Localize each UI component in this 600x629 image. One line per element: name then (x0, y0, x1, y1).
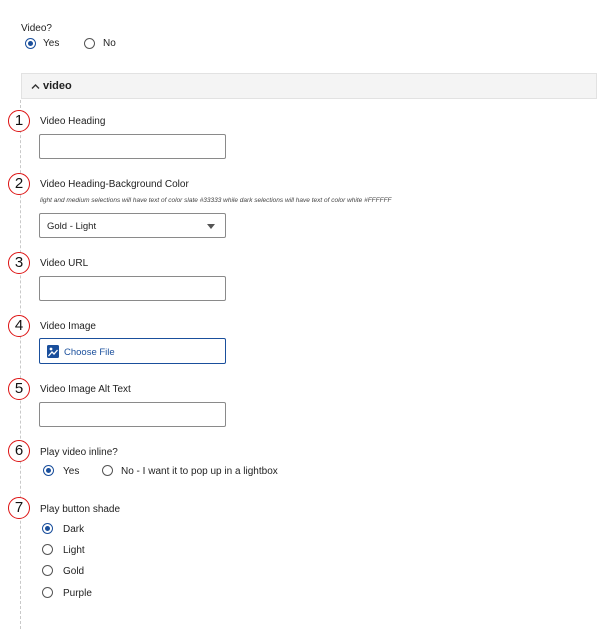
shade-purple-radio[interactable] (42, 587, 53, 598)
shade-label: Play button shade (40, 504, 121, 515)
annotation-3: 3 (8, 252, 30, 274)
video-no-label: No (103, 38, 116, 49)
shade-gold-radio[interactable] (42, 565, 53, 576)
play-inline-label: Play video inline? (40, 447, 118, 458)
shade-light-radio[interactable] (42, 544, 53, 555)
choose-file-label: Choose File (64, 347, 115, 358)
bg-color-select[interactable]: Gold - Light (39, 213, 226, 238)
caret-down-icon (207, 224, 215, 229)
bg-color-select-value: Gold - Light (47, 221, 97, 232)
annotation-4: 4 (8, 315, 30, 337)
choose-file-button[interactable]: Choose File (39, 338, 226, 364)
chevron-up-icon (31, 84, 40, 89)
annotation-1: 1 (8, 110, 30, 132)
shade-dark-label: Dark (63, 524, 85, 535)
image-file-icon (47, 345, 59, 358)
bg-color-help-text: light and medium selections will have te… (40, 197, 392, 204)
video-image-label: Video Image (40, 321, 96, 332)
shade-light-label: Light (63, 545, 85, 556)
video-no-radio[interactable] (84, 38, 95, 49)
alt-text-label: Video Image Alt Text (40, 384, 131, 395)
video-heading-input[interactable] (39, 134, 226, 159)
inline-yes-label: Yes (63, 466, 80, 477)
video-heading-label: Video Heading (40, 116, 106, 127)
video-url-input[interactable] (39, 276, 226, 301)
video-yes-radio[interactable] (25, 38, 36, 49)
alt-text-input[interactable] (39, 402, 226, 427)
inline-yes-radio[interactable] (43, 465, 54, 476)
video-url-label: Video URL (40, 258, 89, 269)
video-yes-label: Yes (43, 38, 60, 49)
annotation-6: 6 (8, 440, 30, 462)
annotation-2: 2 (8, 173, 30, 195)
shade-dark-radio[interactable] (42, 523, 53, 534)
video-section-header[interactable]: video (21, 73, 597, 99)
video-section-title: video (43, 80, 72, 92)
shade-gold-label: Gold (63, 566, 85, 577)
annotation-5: 5 (8, 378, 30, 400)
inline-no-radio[interactable] (102, 465, 113, 476)
shade-purple-label: Purple (63, 588, 92, 599)
video-toggle-label: Video? (21, 23, 52, 34)
bg-color-label: Video Heading-Background Color (40, 179, 189, 190)
inline-no-label: No - I want it to pop up in a lightbox (121, 466, 278, 477)
annotation-7: 7 (8, 497, 30, 519)
